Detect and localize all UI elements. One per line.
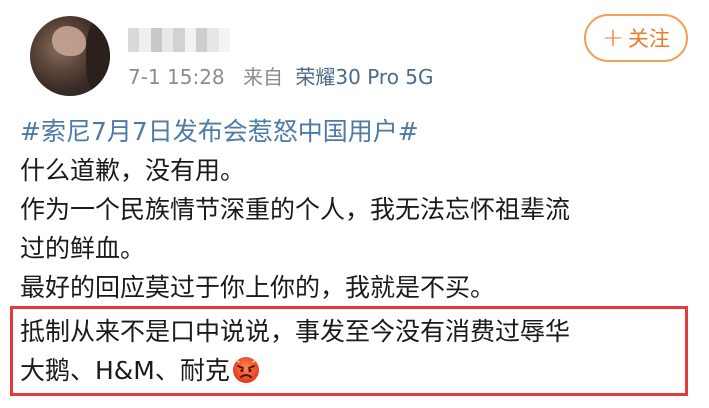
highlighted-line-2-wrapper: 大鹅、H&M、耐克 [20, 351, 570, 390]
plus-icon: + [602, 23, 624, 53]
post-line-4: 最好的回应莫过于你上你的，我就是不买。 [20, 273, 496, 302]
username-blurred[interactable] [128, 28, 230, 52]
avatar-photo-hand [52, 26, 86, 56]
post-header: 7-1 15:28 来自 荣耀30 Pro 5G + 关注 [0, 0, 709, 105]
highlighted-line-2: 大鹅、H&M、耐克 [20, 356, 230, 385]
avatar[interactable] [30, 16, 110, 96]
highlighted-line-1: 抵制从来不是口中说说，事发至今没有消费过辱华 [20, 317, 571, 346]
avatar-photo-hair [86, 20, 110, 94]
post-meta: 7-1 15:28 来自 荣耀30 Pro 5G [128, 64, 434, 90]
follow-button[interactable]: + 关注 [584, 14, 688, 62]
device-source-link[interactable]: 荣耀30 Pro 5G [295, 65, 433, 89]
post-line-1: 什么道歉，没有用。 [20, 156, 246, 185]
follow-label: 关注 [627, 27, 670, 51]
angry-face-icon [232, 357, 259, 383]
post-line-2: 作为一个民族情节深重的个人，我无法忘怀祖辈流 [20, 195, 571, 224]
post-body: #索尼7月7日发布会惹怒中国用户# 什么道歉，没有用。 作为一个民族情节深重的个… [20, 112, 690, 307]
post-line-3: 过的鲜血。 [20, 234, 146, 263]
source-prefix: 来自 [243, 65, 284, 89]
highlighted-text: 抵制从来不是口中说说，事发至今没有消费过辱华 大鹅、H&M、耐克 [20, 312, 570, 390]
post-timestamp: 7-1 15:28 [128, 65, 225, 89]
hashtag-link[interactable]: #索尼7月7日发布会惹怒中国用户# [20, 112, 690, 151]
